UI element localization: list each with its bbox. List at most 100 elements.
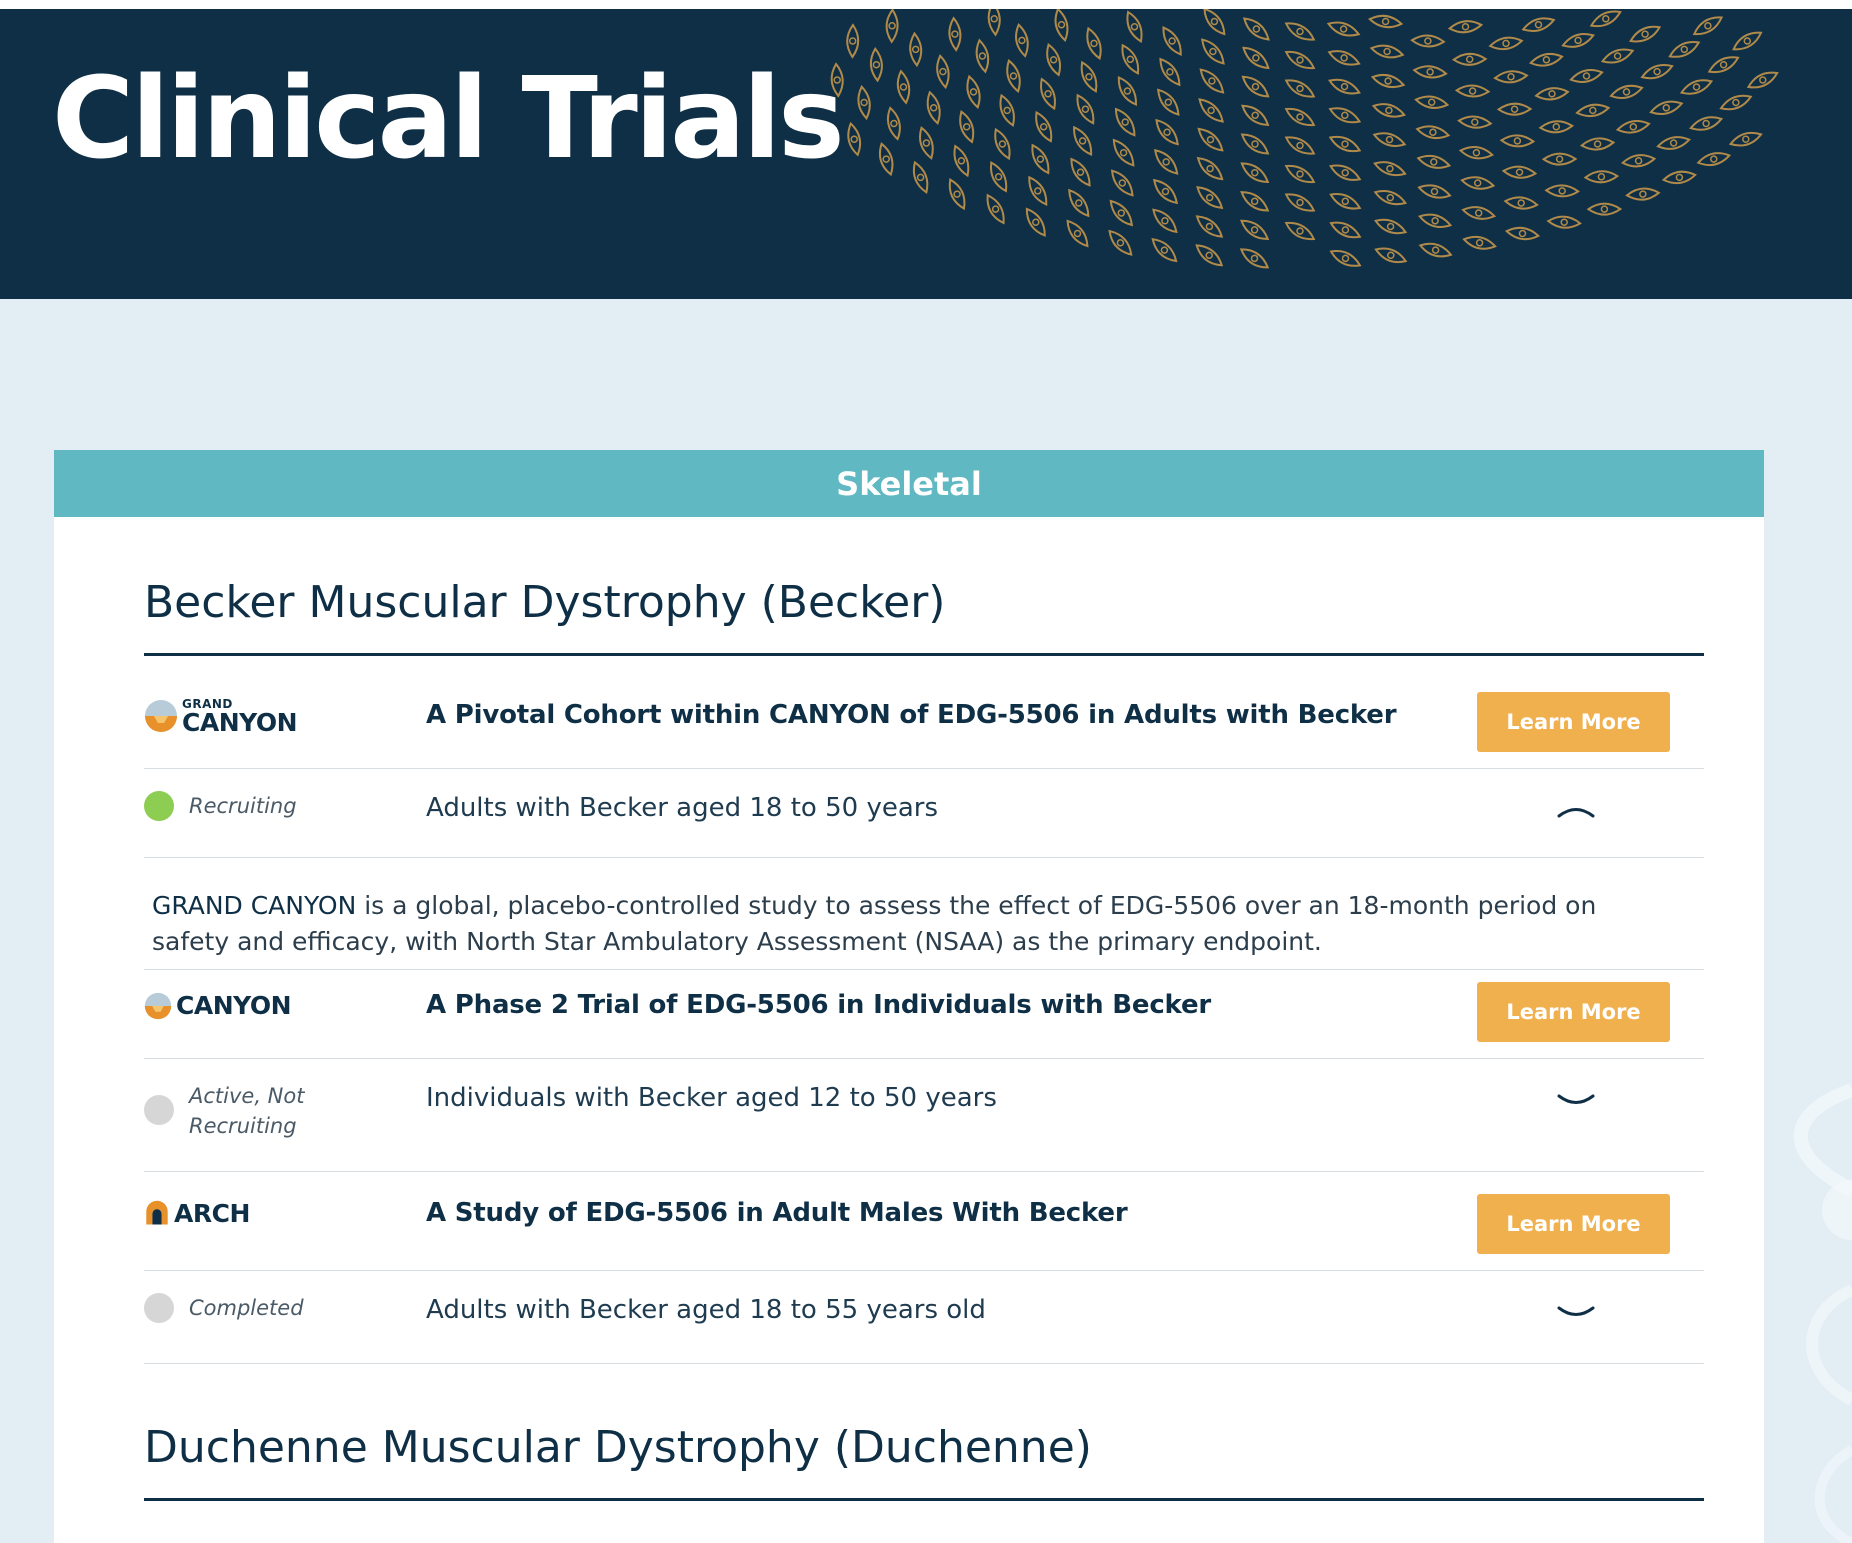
leaf-mark bbox=[1447, 20, 1484, 34]
leaf-mark bbox=[1080, 60, 1098, 93]
leaf-mark bbox=[912, 160, 929, 194]
leaf-mark bbox=[1025, 207, 1046, 237]
leaf-mark bbox=[1458, 146, 1495, 160]
leaf-mark bbox=[1284, 107, 1316, 127]
leaf-mark bbox=[1239, 248, 1270, 269]
canyon-sun-icon bbox=[144, 992, 172, 1019]
leaf-mark bbox=[1284, 50, 1316, 70]
leaf-mark bbox=[1696, 152, 1732, 167]
leaf-mark bbox=[1117, 75, 1137, 107]
collapse-toggle[interactable] bbox=[1546, 791, 1606, 831]
leaf-mark bbox=[1284, 193, 1316, 212]
leaf-mark bbox=[1284, 79, 1316, 98]
leaf-mark bbox=[1451, 52, 1488, 66]
status-label: Active, Not Recruiting bbox=[189, 1083, 305, 1138]
status-label: Recruiting bbox=[189, 794, 297, 818]
leaf-mark bbox=[869, 46, 883, 83]
trial-grand-canyon: GRAND CANYON A Pivotal Cohort within CAN… bbox=[144, 656, 1704, 970]
leaf-mark bbox=[1415, 125, 1451, 140]
logo-name: ARCH bbox=[174, 1198, 250, 1228]
description-text: is a global, placebo-controlled study to… bbox=[152, 891, 1597, 957]
leaf-mark bbox=[1328, 135, 1362, 153]
leaf-mark bbox=[1284, 164, 1316, 184]
leaf-mark bbox=[1028, 175, 1048, 206]
leaf-mark bbox=[1609, 84, 1644, 99]
leaf-mark bbox=[1201, 38, 1225, 65]
learn-more-button[interactable]: Learn More bbox=[1477, 1194, 1670, 1255]
leaf-mark bbox=[1240, 133, 1270, 155]
leaf-mark bbox=[1066, 219, 1089, 248]
leaf-mark bbox=[1503, 196, 1539, 210]
leaf-mark bbox=[936, 54, 950, 90]
learn-more-button[interactable]: Learn More bbox=[1477, 981, 1670, 1042]
leaf-mark bbox=[1076, 93, 1095, 125]
learn-more-button[interactable]: Learn More bbox=[1477, 692, 1670, 752]
trial-meta: Active, Not Recruiting Individuals with … bbox=[144, 1059, 1704, 1172]
leaf-mark bbox=[1462, 235, 1497, 250]
leaf-mark bbox=[1496, 102, 1533, 116]
page-top-edge bbox=[0, 0, 1852, 9]
leaf-mark bbox=[1284, 136, 1316, 155]
leaf-mark bbox=[1373, 161, 1407, 177]
leaf-mark bbox=[878, 142, 894, 177]
leaf-mark bbox=[830, 62, 844, 98]
leaf-mark bbox=[1501, 165, 1538, 179]
leaf-mark bbox=[1329, 164, 1362, 181]
expand-toggle[interactable] bbox=[1546, 1081, 1606, 1121]
leaf-mark bbox=[1162, 26, 1182, 56]
chevron-up-icon bbox=[1557, 808, 1595, 818]
leaf-mark bbox=[1157, 88, 1180, 116]
leaf-mark bbox=[1538, 120, 1575, 134]
leaf-mark bbox=[1195, 215, 1224, 238]
leaf-mark bbox=[1241, 75, 1270, 98]
leaf-mark bbox=[1692, 16, 1724, 36]
leaf-mark bbox=[1154, 148, 1179, 175]
leaf-mark bbox=[1328, 78, 1361, 95]
logo-name: CANYON bbox=[182, 707, 298, 737]
leaf-mark bbox=[1372, 132, 1407, 147]
leaf-mark bbox=[953, 144, 970, 178]
leaf-mark bbox=[1417, 184, 1452, 199]
leaf-mark bbox=[1679, 79, 1714, 95]
arch-icon bbox=[146, 1201, 168, 1225]
expand-toggle[interactable] bbox=[1546, 1293, 1606, 1333]
leaf-mark bbox=[1240, 191, 1270, 212]
leaf-mark bbox=[1732, 31, 1763, 51]
leaf-mark bbox=[1369, 44, 1405, 59]
leaf-mark bbox=[1040, 77, 1056, 111]
leaf-mark bbox=[919, 126, 934, 160]
leaf-mark bbox=[896, 69, 911, 105]
page-title: Clinical Trials bbox=[52, 54, 845, 184]
leaf-mark bbox=[1499, 134, 1536, 148]
leaf-mark bbox=[846, 23, 860, 59]
leaf-mark bbox=[1031, 143, 1050, 175]
leaf-mark bbox=[1240, 162, 1270, 184]
leaf-mark bbox=[1586, 202, 1623, 216]
leaf-mark bbox=[986, 193, 1005, 225]
leaf-mark bbox=[1284, 22, 1316, 41]
category-header: Skeletal bbox=[54, 450, 1764, 517]
leaf-mark bbox=[1126, 10, 1143, 43]
leaf-mark bbox=[1719, 94, 1753, 111]
leaf-mark bbox=[1488, 36, 1524, 51]
leaf-mark bbox=[1373, 190, 1408, 206]
leaf-mark bbox=[1414, 95, 1450, 109]
status-dot-icon bbox=[144, 1293, 174, 1324]
leaf-mark bbox=[1114, 107, 1136, 137]
status-dot-icon bbox=[144, 1094, 174, 1125]
decorative-swirl bbox=[1793, 1083, 1852, 1543]
leaf-mark bbox=[1457, 115, 1493, 129]
leaf-mark bbox=[1086, 26, 1102, 61]
leaf-mark bbox=[989, 161, 1008, 193]
decorative-leaf-pattern bbox=[830, 9, 1779, 269]
section-title-duchenne: Duchenne Muscular Dystrophy (Duchenne) bbox=[144, 1364, 1704, 1502]
leaf-mark bbox=[1544, 184, 1580, 198]
leaf-mark bbox=[1370, 74, 1406, 88]
leaf-mark bbox=[1284, 221, 1316, 241]
leaf-mark bbox=[966, 74, 981, 110]
leaf-mark bbox=[1242, 46, 1270, 70]
leaf-mark bbox=[1159, 57, 1181, 87]
leaf-mark bbox=[1534, 87, 1570, 101]
leaf-mark bbox=[1203, 9, 1226, 36]
trial-title: A Phase 2 Trial of EDG-5506 in Individua… bbox=[426, 989, 1212, 1020]
